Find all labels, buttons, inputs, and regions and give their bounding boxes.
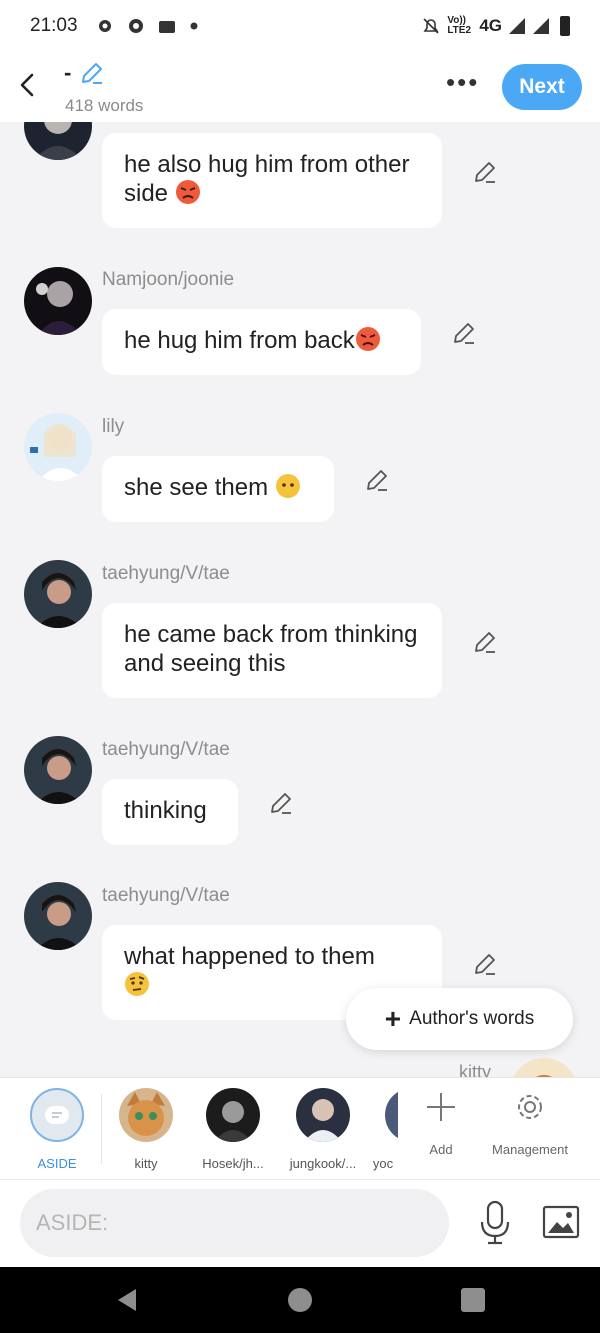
message-bubble[interactable]: he also hug him from other side [102, 133, 442, 228]
character-jungkook[interactable]: jungkook/... [281, 1088, 365, 1171]
settings-gear-icon [98, 20, 111, 32]
editor-header: - 418 words ••• Next [0, 52, 600, 122]
compose-bar: ASIDE: [0, 1179, 600, 1267]
back-arrow-icon[interactable] [14, 70, 40, 100]
plus-icon [427, 1093, 455, 1121]
message-text: he also hug him from other side [124, 151, 410, 207]
app-notification-icon [128, 19, 143, 33]
message-text: what happened to them [124, 943, 375, 970]
character-name: lily [102, 416, 125, 437]
add-character-button[interactable]: Add [418, 1090, 464, 1157]
character-selector: ASIDE kitty Hosek/jh... jungkook/... yoc… [0, 1077, 600, 1179]
image-icon[interactable] [542, 1205, 580, 1239]
signal-icon-2 [533, 18, 549, 34]
nav-recents-icon[interactable] [461, 1288, 485, 1312]
system-nav-bar [0, 1267, 600, 1333]
character-label: ASIDE [37, 1156, 77, 1171]
nav-back-icon[interactable] [114, 1287, 140, 1313]
network-label: 4G [479, 16, 502, 35]
chat-area[interactable]: he also hug him from other side Namjoon/… [0, 122, 600, 1077]
no-mouth-face-emoji-icon [275, 474, 300, 498]
nav-home-icon[interactable] [288, 1288, 312, 1312]
avatar[interactable] [24, 122, 92, 160]
message-bubble[interactable]: he came back from thinking and seeing th… [102, 603, 442, 698]
authors-words-button[interactable]: + Author's words [346, 988, 573, 1050]
edit-message-icon[interactable] [472, 159, 498, 185]
message-text: he came back from thinking and seeing th… [124, 621, 418, 677]
authors-words-label: Author's words [409, 1008, 535, 1029]
character-partial[interactable]: yoc [368, 1088, 398, 1171]
story-title-text: - [64, 60, 72, 85]
chat-bubble-icon [45, 1106, 69, 1124]
character-name: taehyung/V/tae [102, 739, 230, 760]
mute-bell-icon [423, 18, 439, 34]
status-bar: 21:03 Vo)) LTE2 4G [0, 0, 600, 52]
character-name: Namjoon/joonie [102, 269, 235, 290]
edit-message-icon[interactable] [451, 320, 477, 346]
next-button[interactable]: Next [502, 64, 582, 110]
avatar[interactable] [24, 267, 92, 335]
angry-face-emoji-icon [355, 327, 380, 351]
character-label: yoc [372, 1156, 394, 1171]
character-aside[interactable]: ASIDE [27, 1088, 87, 1171]
management-button[interactable]: Management [486, 1090, 574, 1157]
message-text: she see them [124, 474, 275, 501]
edit-message-icon[interactable] [472, 951, 498, 977]
signal-icon [509, 18, 525, 34]
avatar[interactable] [24, 736, 92, 804]
character-name: kitty [459, 1062, 492, 1077]
character-name: taehyung/V/tae [102, 885, 230, 906]
character-name: taehyung/V/tae [102, 563, 230, 584]
character-label: jungkook/... [289, 1156, 357, 1171]
character-hosek[interactable]: Hosek/jh... [193, 1088, 273, 1171]
edit-message-icon[interactable] [268, 790, 294, 816]
plus-icon: + [384, 1003, 402, 1034]
management-label: Management [492, 1142, 568, 1157]
angry-face-emoji-icon [175, 180, 200, 204]
message-bubble[interactable]: she see them [102, 456, 334, 522]
more-options-icon[interactable]: ••• [446, 69, 479, 95]
message-text: thinking [124, 797, 207, 824]
character-label: Hosek/jh... [202, 1156, 264, 1171]
message-text: he hug him from back [124, 327, 355, 354]
message-bubble[interactable]: thinking [102, 779, 238, 845]
microphone-icon[interactable] [478, 1200, 512, 1246]
character-label: kitty [134, 1156, 158, 1171]
edit-message-icon[interactable] [364, 467, 390, 493]
character-kitty[interactable]: kitty [113, 1088, 179, 1171]
status-time: 21:03 [30, 15, 78, 36]
message-bubble[interactable]: he hug him from back [102, 309, 421, 375]
word-count: 418 words [65, 96, 144, 115]
dot-icon [190, 22, 198, 30]
media-notification-icon [158, 21, 175, 33]
raised-eyebrow-face-emoji-icon [125, 972, 149, 996]
avatar[interactable] [24, 560, 92, 628]
add-label: Add [429, 1142, 453, 1157]
message-input[interactable]: ASIDE: [20, 1189, 449, 1257]
battery-icon [560, 16, 570, 36]
story-title[interactable]: - [64, 60, 105, 86]
edit-title-icon[interactable] [79, 60, 105, 86]
avatar[interactable] [510, 1058, 578, 1077]
edit-message-icon[interactable] [472, 629, 498, 655]
gear-icon [518, 1095, 542, 1119]
avatar[interactable] [24, 882, 92, 950]
divider [101, 1094, 102, 1164]
avatar[interactable] [24, 413, 92, 481]
volte-label: Vo)) LTE2 [447, 15, 472, 36]
